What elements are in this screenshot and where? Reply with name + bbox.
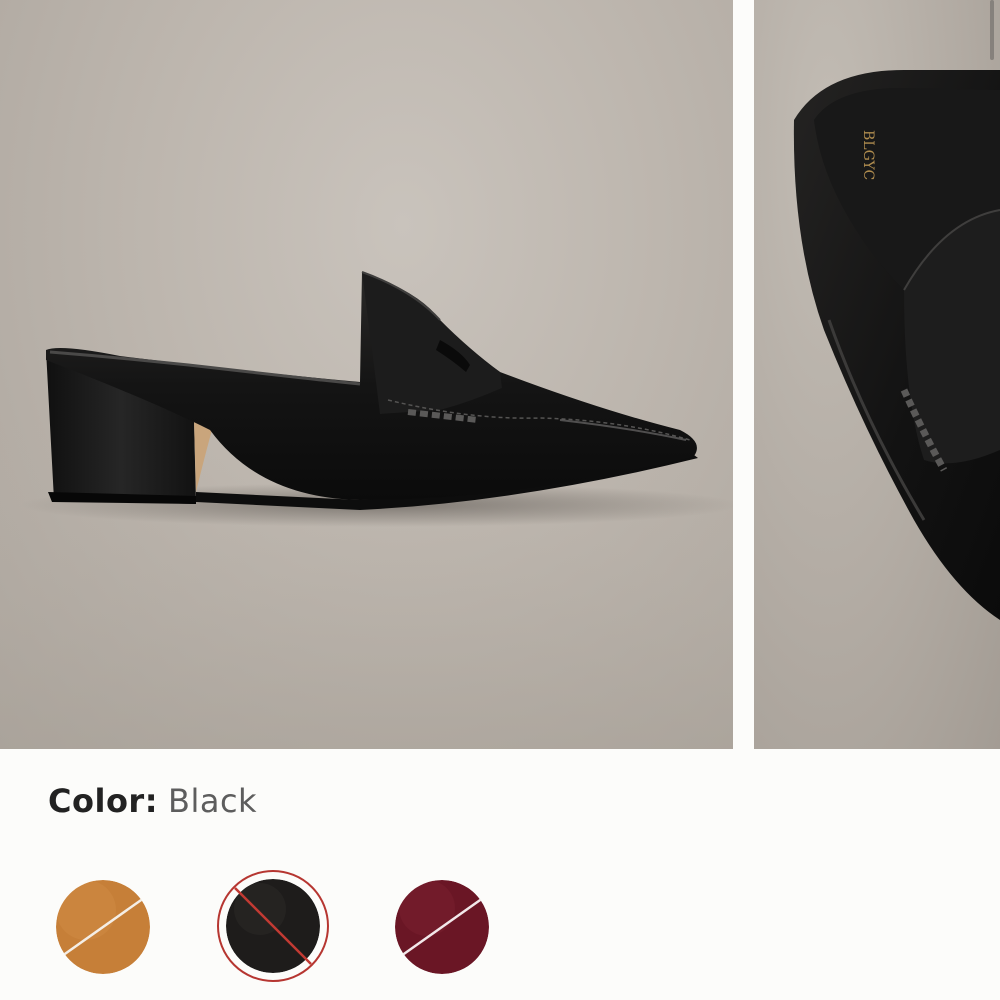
loafer-mule-side-illustration [0, 271, 733, 749]
swatch-black-fill [226, 879, 320, 973]
swatch-tan-fill [56, 880, 150, 974]
product-page: BLGYC Color: Black [0, 0, 1000, 1000]
swatch-wine-fill [395, 880, 489, 974]
color-selection-label: Color: Black [48, 782, 257, 820]
color-label-key: Color: [48, 782, 158, 820]
color-swatch-wine[interactable] [395, 880, 489, 974]
loafer-mule-top-illustration: BLGYC [793, 70, 1000, 620]
product-image-carousel[interactable]: BLGYC [0, 0, 1000, 749]
color-swatch-black[interactable] [217, 870, 329, 982]
color-label-value: Black [168, 782, 258, 820]
brand-stamp: BLGYC [860, 130, 876, 180]
product-image-top-view[interactable]: BLGYC [754, 0, 1000, 749]
product-image-side-view[interactable] [0, 0, 733, 749]
carousel-scroll-indicator [990, 0, 994, 60]
color-swatch-tan[interactable] [56, 880, 150, 974]
